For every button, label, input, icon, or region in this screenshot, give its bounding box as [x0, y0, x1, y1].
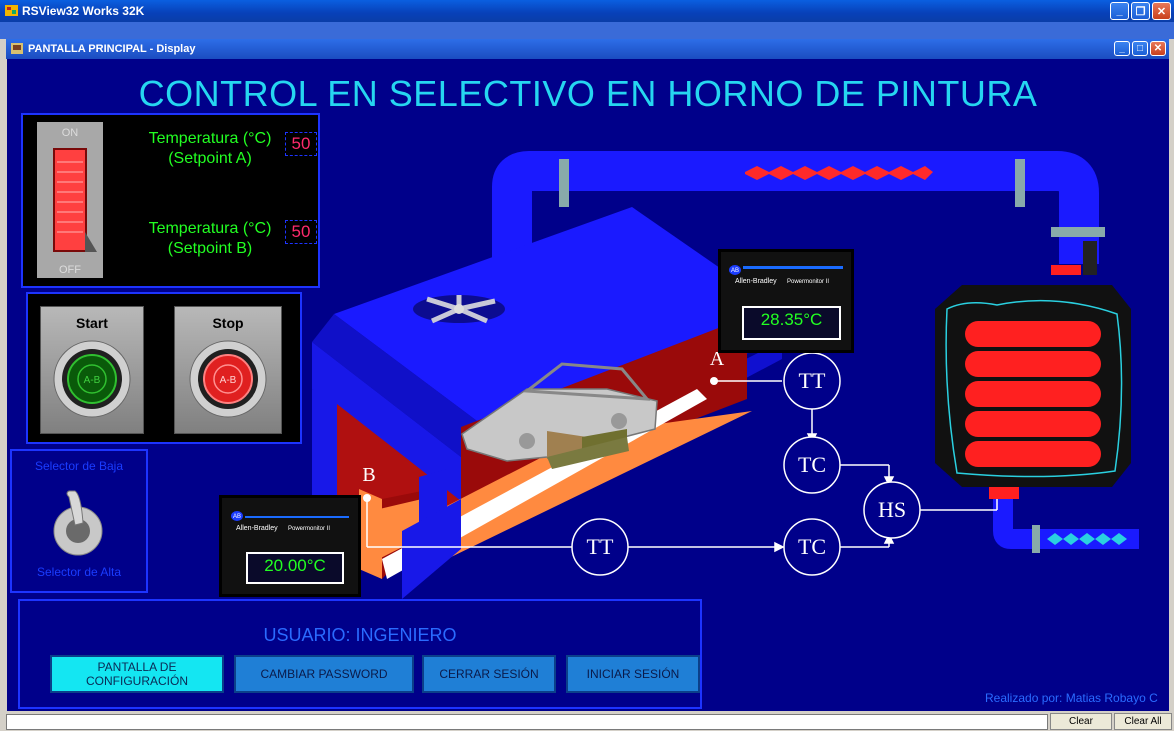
app-icon	[5, 5, 18, 16]
power-switch[interactable]: ON OFF	[37, 122, 103, 278]
selector-high-label: Selector de Alta	[36, 565, 122, 579]
child-maximize-button[interactable]: □	[1132, 41, 1148, 56]
green-pushbutton-icon: A-B	[53, 340, 131, 418]
config-button-line2: CONFIGURACIÓN	[86, 674, 188, 688]
child-close-button[interactable]: ✕	[1150, 41, 1166, 56]
config-button-line1: PANTALLA DE	[97, 660, 177, 674]
display-title: PANTALLA PRINCIPAL - Display	[28, 43, 196, 55]
stop-label: Stop	[212, 315, 244, 331]
monitor-b-model: Powermonitor II	[288, 526, 331, 532]
start-marking: A-B	[84, 375, 101, 386]
change-password-button[interactable]: CAMBIAR PASSWORD	[234, 655, 414, 693]
clear-button[interactable]: Clear	[1050, 713, 1112, 730]
monitor-a-brand: Allen-Bradley	[735, 278, 777, 285]
minimize-button[interactable]: _	[1110, 2, 1129, 20]
red-pushbutton-icon: A-B	[189, 340, 267, 418]
sensor-point-b	[363, 494, 371, 502]
start-stop-panel: Start A-B Stop A-B	[26, 292, 302, 444]
clear-all-button[interactable]: Clear All	[1114, 713, 1172, 730]
start-button[interactable]: Start A-B	[40, 306, 144, 434]
pipe-flange	[1051, 227, 1105, 237]
activity-log-field[interactable]	[6, 714, 1048, 730]
setpoint-panel: ON OFF Temperatura (°C) (Setpoint A) 50 …	[21, 113, 320, 288]
roof-fan	[413, 295, 505, 324]
switch-on-text: ON	[62, 127, 79, 139]
user-label: USUARIO: INGENIERO	[263, 625, 457, 645]
selector-switch-icon[interactable]	[43, 487, 113, 557]
monitor-b-brand: Allen-Bradley	[236, 525, 278, 532]
credit-text: Realizado por: Matias Robayo C	[985, 691, 1158, 705]
monitor-a-value: 28.35°C	[760, 310, 823, 329]
stop-marking: A-B	[220, 375, 237, 386]
start-label: Start	[76, 315, 108, 331]
sensor-point-a	[710, 377, 718, 385]
pipe-flange	[1015, 159, 1025, 207]
close-button[interactable]: ✕	[1152, 2, 1171, 20]
setpoint-b-line2: (Setpoint B)	[167, 240, 253, 257]
ab-logo-icon: AB	[231, 511, 243, 521]
display-icon	[11, 43, 23, 54]
pipe-flange	[559, 159, 569, 207]
tc-a-label: TC	[797, 452, 827, 477]
selector-panel: Selector de Baja Selector de Alta	[10, 449, 148, 593]
setpoint-b-line1: Temperatura (°C)	[148, 220, 272, 237]
mdi-background	[0, 22, 1174, 39]
svg-text:AB: AB	[731, 268, 739, 274]
ab-logo-icon: AB	[729, 265, 741, 275]
setpoint-a-input[interactable]: 50	[285, 132, 317, 156]
powermonitor-b: AB Allen-Bradley Powermonitor II 20.00°C	[219, 495, 361, 597]
user-panel: USUARIO: INGENIERO PANTALLA DE CONFIGURA…	[18, 599, 702, 709]
svg-text:AB: AB	[233, 514, 241, 520]
status-bar: Clear Clear All	[0, 711, 1174, 731]
switch-off-text: OFF	[59, 264, 81, 276]
point-b-label: B	[362, 464, 376, 486]
setpoint-a-line1: Temperatura (°C)	[148, 130, 272, 147]
stop-button[interactable]: Stop A-B	[174, 306, 282, 434]
hs-label: HS	[877, 497, 907, 522]
app-title: RSView32 Works 32K	[22, 4, 145, 18]
child-minimize-button[interactable]: _	[1114, 41, 1130, 56]
powermonitor-a: AB Allen-Bradley Powermonitor II 28.35°C	[718, 249, 854, 353]
monitor-a-model: Powermonitor II	[787, 279, 830, 285]
heater-vessel	[935, 285, 1139, 553]
tt-b-label: TT	[586, 534, 614, 559]
display-titlebar: PANTALLA PRINCIPAL - Display _ □ ✕	[6, 39, 1169, 59]
tc-b-label: TC	[797, 534, 827, 559]
logout-button[interactable]: CERRAR SESIÓN	[422, 655, 556, 693]
rsview-window: RSView32 Works 32K _ ❐ ✕ PANTALLA PRINCI…	[0, 0, 1174, 731]
setpoint-b-input[interactable]: 50	[285, 220, 317, 244]
setpoint-a-line2: (Setpoint A)	[168, 150, 252, 167]
config-screen-button[interactable]: PANTALLA DE CONFIGURACIÓN	[50, 655, 224, 693]
tt-a-label: TT	[798, 368, 826, 393]
selector-low-label: Selector de Baja	[34, 459, 124, 473]
monitor-b-value: 20.00°C	[264, 556, 326, 575]
graphic-display: CONTROL EN SELECTIVO EN HORNO DE PINTURA	[7, 59, 1169, 711]
login-button[interactable]: INICIAR SESIÓN	[566, 655, 700, 693]
restore-button[interactable]: ❐	[1131, 2, 1150, 20]
app-titlebar: RSView32 Works 32K _ ❐ ✕	[0, 0, 1174, 22]
